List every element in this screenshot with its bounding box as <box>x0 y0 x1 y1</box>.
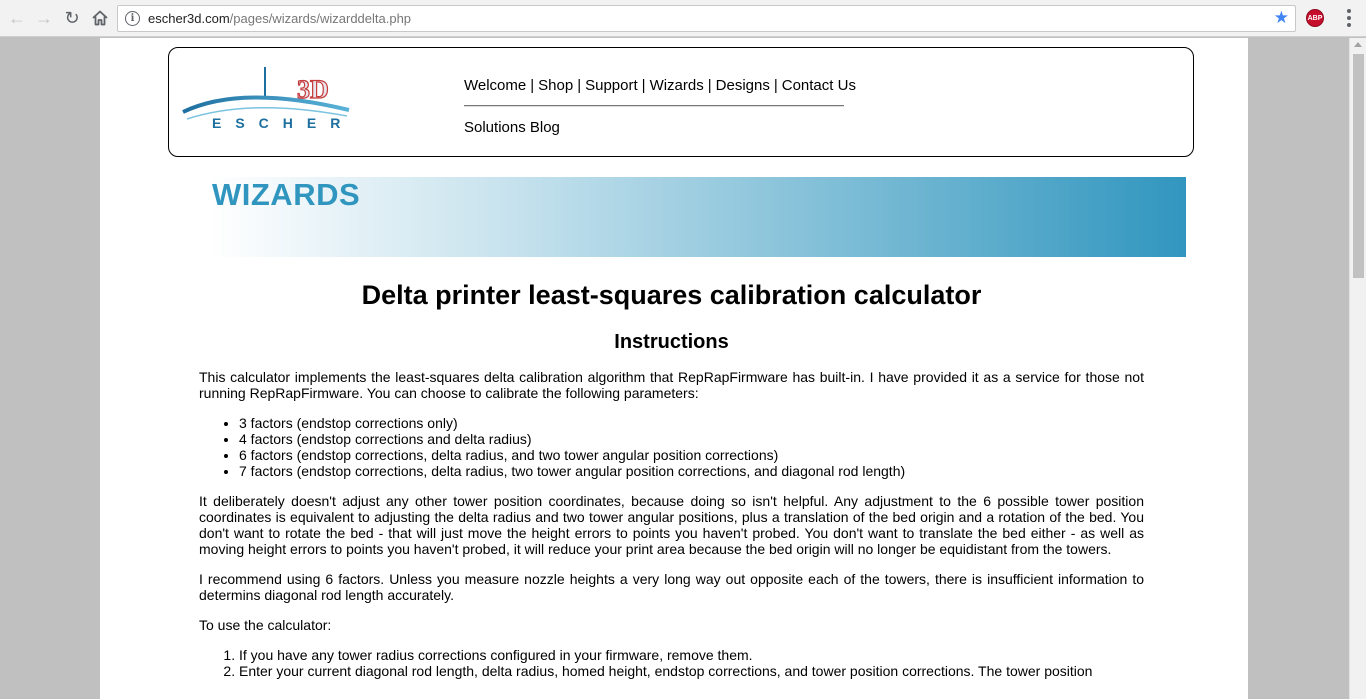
recommendation-paragraph: I recommend using 6 factors. Unless you … <box>199 571 1144 603</box>
adblock-extension-icon[interactable]: ABP <box>1306 9 1324 27</box>
escher3d-logo[interactable]: 3D ESCHER <box>181 64 353 131</box>
nav-welcome[interactable]: Welcome <box>464 77 526 94</box>
scrollbar-thumb[interactable] <box>1353 54 1364 278</box>
list-item: If you have any tower radius corrections… <box>239 647 1144 663</box>
nav-support[interactable]: Support <box>585 77 638 94</box>
banner-title: WIZARDS <box>212 177 361 212</box>
nav-divider <box>464 105 844 107</box>
nav-contact-us[interactable]: Contact Us <box>782 77 856 94</box>
site-header: 3D ESCHER Welcome | Shop | Support | Wizards | D… <box>168 47 1194 157</box>
nav-separator: | <box>707 77 712 94</box>
logo-escher-text: ESCHER <box>212 115 353 130</box>
steps-list: If you have any tower radius corrections… <box>199 647 1144 679</box>
list-item: 7 factors (endstop corrections, delta ra… <box>239 463 1144 479</box>
site-info-icon[interactable]: i <box>125 11 140 26</box>
list-item: 6 factors (endstop corrections, delta ra… <box>239 447 1144 463</box>
url-text[interactable]: escher3d.com/pages/wizards/wizarddelta.p… <box>148 11 411 26</box>
page-title: Delta printer least-squares calibration … <box>361 280 982 310</box>
logo-3d-text: 3D <box>297 75 329 104</box>
usage-paragraph: To use the calculator: <box>199 617 332 633</box>
back-arrow-icon[interactable]: ← <box>6 7 28 29</box>
top-navigation: Welcome | Shop | Support | Wizards | Designs | Con… <box>464 77 856 94</box>
wizards-banner: WIZARDS <box>210 177 1186 257</box>
nav-shop[interactable]: Shop <box>538 77 573 94</box>
forward-arrow-icon[interactable]: → <box>33 7 55 29</box>
reload-icon[interactable]: ↻ <box>61 7 83 29</box>
browser-menu-icon[interactable] <box>1340 9 1358 27</box>
address-bar[interactable]: i escher3d.com/pages/wizards/wizarddelta… <box>117 5 1296 32</box>
nav-designs[interactable]: Designs <box>716 77 770 94</box>
nav-separator: | <box>577 77 582 94</box>
adjustment-paragraph: It deliberately doesn't adjust any other… <box>199 493 1144 557</box>
browser-toolbar: ← → ↻ i escher3d.com/pages/wizards/wizar… <box>0 0 1366 37</box>
bookmark-star-icon[interactable]: ★ <box>1274 8 1289 28</box>
list-item: Enter your current diagonal rod length, … <box>239 663 1144 679</box>
list-item: 4 factors (endstop corrections and delta… <box>239 431 1144 447</box>
nav-separator: | <box>641 77 646 94</box>
nav-solutions-blog[interactable]: Solutions Blog <box>464 119 560 136</box>
vertical-scrollbar[interactable] <box>1349 38 1366 699</box>
factors-list: 3 factors (endstop corrections only) 4 f… <box>199 415 1144 479</box>
page-content: 3D ESCHER Welcome | Shop | Support | Wizards | D… <box>100 38 1248 699</box>
main-content: Delta printer least-squares calibration … <box>199 278 1144 679</box>
nav-wizards[interactable]: Wizards <box>650 77 704 94</box>
home-icon[interactable] <box>89 7 111 29</box>
list-item: 3 factors (endstop corrections only) <box>239 415 1144 431</box>
section-heading-instructions: Instructions <box>614 331 729 353</box>
scroll-up-arrow-icon[interactable] <box>1354 42 1362 47</box>
nav-separator: | <box>530 77 535 94</box>
nav-separator: | <box>773 77 778 94</box>
intro-paragraph: This calculator implements the least-squ… <box>199 369 1144 401</box>
